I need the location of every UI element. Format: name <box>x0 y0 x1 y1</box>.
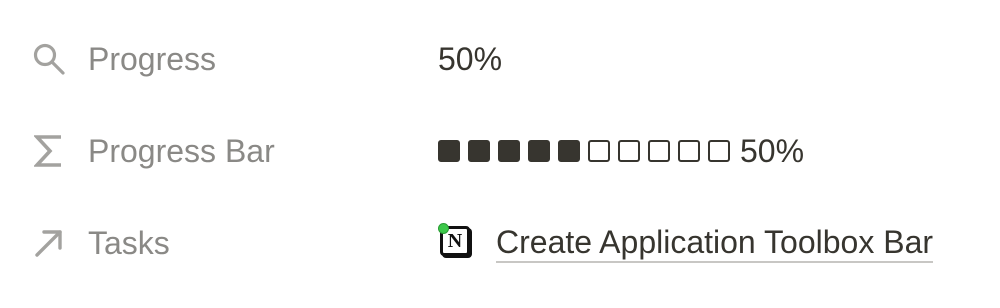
property-name[interactable]: Tasks <box>88 203 170 283</box>
progress-cell-filled <box>498 140 520 162</box>
arrow-up-right-icon <box>30 223 68 263</box>
task-link[interactable]: Create Application Toolbox Bar <box>496 223 934 263</box>
property-name[interactable]: Progress <box>88 19 216 99</box>
property-value-progress[interactable]: 50% <box>438 19 502 99</box>
progress-cell-empty <box>618 140 640 162</box>
status-dot <box>438 223 449 234</box>
property-value-progress-bar[interactable]: 50% <box>438 111 804 191</box>
progress-cell-empty <box>678 140 700 162</box>
progress-cell-empty <box>708 140 730 162</box>
property-list: Progress 50% Progress Bar 50% Tasks N Cr… <box>0 0 1000 308</box>
progress-cell-filled <box>438 140 460 162</box>
sigma-icon <box>30 131 68 171</box>
progress-cell-empty <box>648 140 670 162</box>
progress-cell-filled <box>468 140 490 162</box>
progress-cell-filled <box>528 140 550 162</box>
notion-logo-icon: N <box>438 223 474 259</box>
property-row-tasks: Tasks N Create Application Toolbox Bar <box>0 203 1000 283</box>
progress-cell-empty <box>588 140 610 162</box>
search-icon <box>30 39 68 79</box>
property-row-progress-bar: Progress Bar 50% <box>0 111 1000 191</box>
progress-bar <box>438 140 730 162</box>
property-value-tasks: N Create Application Toolbox Bar <box>438 203 934 283</box>
progress-cell-filled <box>558 140 580 162</box>
property-name[interactable]: Progress Bar <box>88 111 275 191</box>
progress-percent: 50% <box>438 40 503 77</box>
progress-bar-percent: 50% <box>740 132 805 169</box>
property-row-progress: Progress 50% <box>0 19 1000 99</box>
